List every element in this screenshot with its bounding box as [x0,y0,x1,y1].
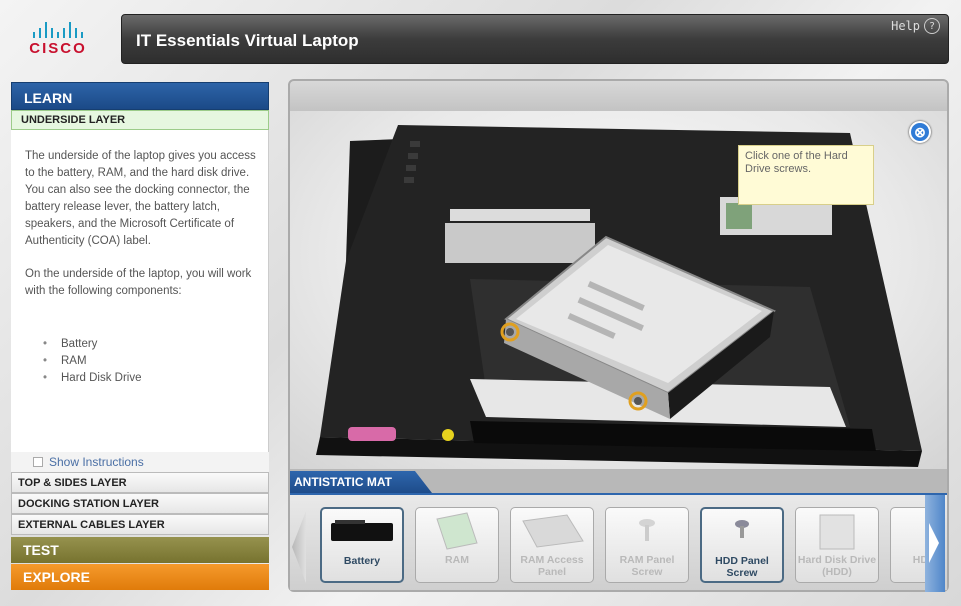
item-ram[interactable]: RAM [415,507,499,583]
antistatic-mat-label: ANTISTATIC MAT [290,471,432,493]
list-item: RAM [25,353,256,370]
sidebar-item-docking-station-layer[interactable]: DOCKING STATION LAYER [11,493,269,514]
component-items: Battery RAM RAM Access Panel RAM Panel S… [320,507,930,583]
item-label: RAM Access Panel [520,554,584,578]
item-label: RAM Panel Screw [619,554,675,578]
description-text-2: On the underside of the laptop, you will… [25,268,252,297]
description-text: The underside of the laptop gives you ac… [25,150,256,247]
item-battery[interactable]: Battery [320,507,404,583]
sidebar-item-external-cables-layer[interactable]: EXTERNAL CABLES LAYER [11,514,269,535]
help-label: Help [891,19,920,33]
screw-icon [735,520,749,538]
panel-icon [522,514,584,548]
antistatic-mat-tray: Battery RAM RAM Access Panel RAM Panel S… [290,493,947,592]
sidebar-item-underside-layer[interactable]: UNDERSIDE LAYER [11,110,269,130]
item-label: RAM [445,554,469,566]
item-hdd-screw[interactable]: HDD Sc [890,507,930,583]
viewer-top-bar [290,81,947,111]
help-icon: ? [924,18,940,34]
app-title: IT Essentials Virtual Laptop [136,31,359,50]
test-header[interactable]: TEST [11,537,269,563]
checkbox[interactable] [33,457,43,467]
item-label: Hard Disk Drive (HDD) [797,554,877,578]
cisco-bars-icon [18,18,98,38]
list-item: Battery [25,336,256,353]
sidebar-item-top-sides-layer[interactable]: TOP & SIDES LAYER [11,472,269,493]
laptop-viewer: ⊗ Click one of the Hard Drive screws. AN… [288,79,949,592]
component-list: Battery RAM Hard Disk Drive [25,336,256,387]
hard-disk-icon [819,514,855,550]
item-hdd-panel-screw[interactable]: HDD Panel Screw [700,507,784,583]
description-panel: The underside of the laptop gives you ac… [11,130,269,452]
logo-text: CISCO [29,40,87,57]
item-ram-panel-screw[interactable]: RAM Panel Screw [605,507,689,583]
learn-header[interactable]: LEARN [11,82,269,110]
explore-header[interactable]: EXPLORE [11,564,269,590]
item-ram-access-panel[interactable]: RAM Access Panel [510,507,594,583]
show-instructions-toggle[interactable]: Show Instructions [11,452,269,472]
item-label: HDD Panel Screw [715,555,769,579]
list-item: Hard Disk Drive [25,370,256,387]
close-icon[interactable]: ⊗ [909,121,931,143]
scroll-right-button[interactable] [925,495,945,592]
item-label: Battery [343,555,381,567]
scroll-left-button[interactable] [292,511,306,583]
instruction-tooltip: Click one of the Hard Drive screws. [738,145,874,205]
show-instructions-label: Show Instructions [49,455,144,469]
ram-icon [436,512,478,550]
help-button[interactable]: Help ? [891,18,940,34]
battery-icon [331,520,393,541]
laptop-scene: ⊗ Click one of the Hard Drive screws. [290,111,947,469]
item-hard-disk-drive[interactable]: Hard Disk Drive (HDD) [795,507,879,583]
title-bar: IT Essentials Virtual Laptop Help ? [121,14,949,64]
sidebar: LEARN UNDERSIDE LAYER The underside of t… [11,82,269,592]
cisco-logo: CISCO [18,18,98,60]
screw-icon [639,519,655,541]
